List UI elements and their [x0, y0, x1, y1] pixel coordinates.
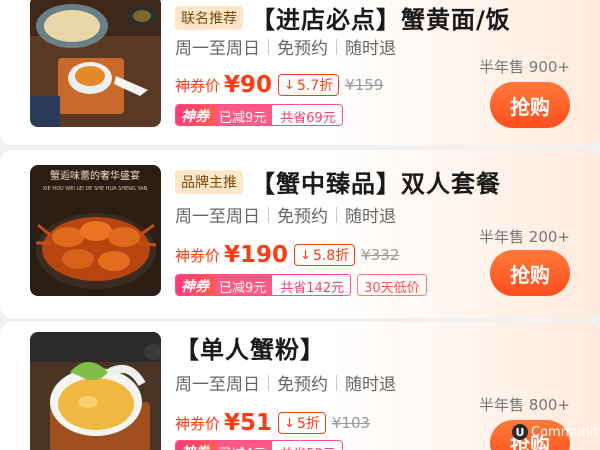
- coupon-savings-badge: 神券 已减9元 共省142元: [175, 274, 352, 296]
- term-days: 周一至周日: [175, 375, 260, 395]
- term-reservation: 免预约: [277, 375, 328, 395]
- price-row: 神券价 ¥90 ↓ 5.7折 ¥159: [175, 72, 383, 98]
- reduced-amount: 已减9元: [215, 275, 273, 295]
- discount-badge: ↓ 5.8折: [294, 244, 356, 266]
- term-reservation: 免预约: [277, 207, 328, 227]
- shen-coupon-label: 神券: [176, 105, 215, 125]
- coupon-savings-badge: 神券 已减4元 共省52元: [175, 440, 343, 450]
- deal-price: ¥90: [224, 72, 273, 98]
- image-caption: 蟹逅味蕾的奢华盛宴: [50, 169, 140, 182]
- discount-badge: ↓ 5.7折: [278, 74, 340, 96]
- deal-price: ¥51: [224, 410, 273, 436]
- discount-value: 5.7折: [296, 78, 334, 94]
- usage-terms: 周一至周日 免预约 随时退: [175, 202, 396, 227]
- buy-button[interactable]: 抢购: [490, 82, 570, 128]
- image-caption-pinyin: XIE HOU WEI LEI DE SHE HUA SHENG YAN: [43, 186, 148, 192]
- original-price: ¥103: [331, 414, 371, 432]
- deal-title[interactable]: 【进店必点】蟹黄面/饭: [251, 0, 511, 35]
- divider: [336, 206, 337, 223]
- term-days: 周一至周日: [175, 207, 260, 227]
- price-label: 神券价: [175, 76, 221, 95]
- down-arrow-icon: ↓: [300, 247, 311, 263]
- divider: [336, 374, 337, 391]
- deal-title[interactable]: 【单人蟹粉】: [175, 330, 325, 365]
- term-days: 周一至周日: [175, 39, 260, 59]
- deal-title[interactable]: 【蟹中臻品】双人套餐: [251, 164, 501, 199]
- term-refund: 随时退: [345, 207, 396, 227]
- price-label: 神券价: [175, 414, 221, 433]
- down-arrow-icon: ↓: [284, 77, 295, 93]
- community-logo-icon: U: [512, 424, 528, 440]
- term-reservation: 免预约: [277, 39, 328, 59]
- watermark-text: Community: [531, 424, 600, 440]
- coupon-savings-badge: 神券 已减9元 共省69元: [175, 104, 343, 126]
- watermark: U Community: [512, 424, 600, 440]
- recommend-tag: 联名推荐: [175, 5, 243, 30]
- price-row: 神券价 ¥51 ↓ 5折 ¥103: [175, 410, 370, 436]
- deal-image-crab-noodles[interactable]: [30, 0, 161, 127]
- total-saved: 共省69元: [272, 105, 342, 125]
- usage-terms: 周一至周日 免预约 随时退: [175, 370, 396, 395]
- term-refund: 随时退: [345, 39, 396, 59]
- price-row: 神券价 ¥190 ↓ 5.8折 ¥332: [175, 242, 399, 268]
- total-saved: 共省142元: [272, 275, 351, 295]
- down-arrow-icon: ↓: [284, 415, 295, 431]
- deal-card[interactable]: 联名推荐 【进店必点】蟹黄面/饭 周一至周日 免预约 随时退 神券价 ¥90 ↓…: [0, 0, 600, 145]
- reduced-amount: 已减4元: [215, 441, 273, 450]
- savings-row: 神券 已减4元 共省52元: [175, 440, 349, 450]
- original-price: ¥332: [361, 246, 400, 264]
- divider: [268, 38, 269, 55]
- total-saved: 共省52元: [272, 441, 342, 450]
- shen-coupon-label: 神券: [176, 441, 215, 450]
- shen-coupon-label: 神券: [176, 275, 215, 295]
- divider: [336, 38, 337, 55]
- savings-row: 神券 已减9元 共省142元 30天低价: [175, 274, 427, 296]
- brand-tag: 品牌主推: [175, 169, 243, 194]
- price-label: 神券价: [175, 246, 221, 265]
- deal-price: ¥190: [224, 242, 289, 268]
- deal-image-crab-rice[interactable]: [30, 332, 161, 450]
- deal-image-crab-set[interactable]: 蟹逅味蕾的奢华盛宴 XIE HOU WEI LEI DE SHE HUA SHE…: [30, 165, 161, 296]
- discount-value: 5.8折: [312, 248, 350, 264]
- term-refund: 随时退: [345, 375, 396, 395]
- savings-row: 神券 已减9元 共省69元: [175, 104, 349, 126]
- sales-count: 半年售 200+: [479, 228, 570, 246]
- deal-card[interactable]: 蟹逅味蕾的奢华盛宴 XIE HOU WEI LEI DE SHE HUA SHE…: [0, 150, 600, 318]
- discount-badge: ↓ 5折: [278, 412, 326, 434]
- divider: [268, 374, 269, 391]
- original-price: ¥159: [345, 76, 384, 94]
- buy-button[interactable]: 抢购: [490, 250, 570, 296]
- discount-value: 5折: [296, 416, 320, 432]
- deal-card[interactable]: 【单人蟹粉】 周一至周日 免预约 随时退 神券价 ¥51 ↓ 5折 ¥103 神…: [0, 322, 600, 450]
- usage-terms: 周一至周日 免预约 随时退: [175, 34, 396, 59]
- divider: [268, 206, 269, 223]
- sales-count: 半年售 800+: [479, 396, 570, 414]
- reduced-amount: 已减9元: [215, 105, 273, 125]
- low-price-badge: 30天低价: [357, 274, 427, 296]
- sales-count: 半年售 900+: [479, 58, 570, 76]
